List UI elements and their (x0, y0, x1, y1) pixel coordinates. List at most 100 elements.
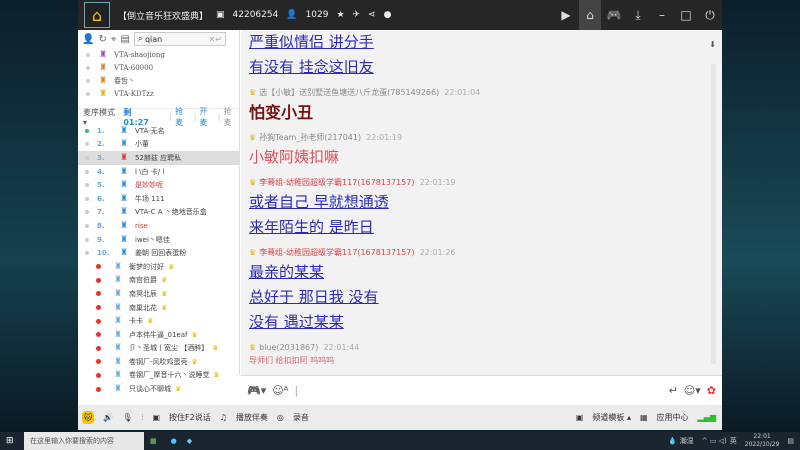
tray-icons[interactable]: ^ ▭ ◁) (702, 437, 727, 445)
sender-name[interactable]: 李蓦组-幼稚园超级学霸117(1678137157) (259, 248, 414, 257)
taskbar-search[interactable]: 在这里输入你要搜索的内容 (24, 432, 144, 450)
grab-mic-button[interactable]: 抢麦 (175, 106, 190, 128)
list-item[interactable]: ♜ VTA-KDTzz (78, 87, 239, 100)
open-mic-button[interactable]: 开麦 (199, 106, 214, 128)
list-item[interactable]: ♜ 南巢北花 ♛ (78, 301, 239, 315)
queue-item[interactable]: 8. ♜ rise (78, 219, 239, 233)
gamepad-icon[interactable]: 🎮 (603, 0, 625, 30)
microphone-icon[interactable]: 🎙 (122, 413, 132, 422)
status-dot (96, 332, 101, 338)
sender-name[interactable]: 孙狗Team_孙老师(217041) (259, 133, 361, 142)
mic-mode-bar: 麦序模式 ▾ 剩 01:27 | 抢麦 | 开麦 | 抢麦 (78, 107, 239, 127)
queue-item[interactable]: 10. ♜ 姜朝 回回表蛋粉 (78, 246, 239, 260)
list-item[interactable]: ♜ VTA-60000 (78, 61, 239, 74)
role-icon: ♜ (113, 343, 123, 354)
message-time: 22:01:44 (323, 343, 360, 352)
start-icon[interactable]: ⊞ (6, 436, 14, 446)
status-dot (85, 142, 89, 147)
queue-item[interactable]: 6. ♜ 牛场 111 (78, 192, 239, 206)
crown-icon: ♛ (249, 178, 257, 187)
mode-dropdown[interactable]: 麦序模式 ▾ (83, 107, 120, 127)
template-button[interactable]: 频道模板 ▴ (592, 412, 631, 423)
minimize-button[interactable]: – (651, 0, 673, 30)
role-icon: ♜ (119, 139, 129, 150)
taskbar: ⊞ 在这里输入你要搜索的内容 ▦ ● ◆ 💧 潮湿 ^ ▭ ◁) 英 22:01 20… (0, 432, 800, 450)
list-item[interactable]: ♜ 卷钢厂-风吹鸡蛋壳 ♛ (78, 355, 239, 369)
push-to-talk-button[interactable]: 按住F2说话 (169, 412, 211, 423)
record-button[interactable]: 录音 (293, 412, 309, 423)
mic-timer: 剩 01:27 (123, 107, 149, 127)
crown-icon: ♛ (249, 88, 257, 97)
search-input[interactable]: ⌕ qian ✕↵ (133, 32, 226, 46)
app-thumbnail-icon[interactable]: ▦ (150, 437, 157, 445)
template-icon: ▣ (575, 413, 584, 422)
app-icon[interactable]: ● (171, 437, 177, 445)
queue-user-name: VTA-C A 丶绝地音乐盒 (135, 208, 207, 217)
queue-item[interactable]: 7. ♜ VTA-C A 丶绝地音乐盒 (78, 206, 239, 220)
status-dot (85, 196, 89, 201)
queue-item[interactable]: 4. ♜ l \白 卡/ l (78, 165, 239, 179)
sender-name[interactable]: 李蓦组-幼稚园超级学霸117(1678137157) (259, 178, 414, 187)
maximize-button[interactable]: □ (675, 0, 697, 30)
user-tab-icon[interactable]: 👤 (82, 34, 94, 45)
role-icon: ♜ (113, 275, 123, 286)
collapse-icon[interactable]: ⤓ (627, 0, 649, 30)
queue-user-name: 是妙妙呢 (135, 181, 163, 190)
home-icon[interactable]: ⌂ (579, 0, 601, 30)
queue-user-name: 52赫兹 应聘私 (135, 153, 182, 162)
status-dot (96, 345, 101, 351)
status-dot (85, 237, 89, 242)
favorite-icon[interactable]: ★ (336, 10, 344, 20)
notification-icon[interactable]: ▤ (787, 437, 794, 445)
queue-item[interactable]: 3. ♜ 52赫兹 应聘私 (78, 151, 239, 165)
release-mic-button[interactable]: 抢麦 (224, 106, 239, 128)
queue-user-name: VTA-无名 (135, 126, 165, 135)
scroll-down-icon[interactable]: ⬇ (709, 40, 716, 49)
chat-scrollbar[interactable] (711, 64, 716, 364)
send-icon[interactable]: ↵ (669, 384, 678, 397)
user-name: 南宫伯爵 (129, 276, 157, 285)
sender-name[interactable]: 选【小敏】送别墅送鱼塘送八斤龙蛋(785149266) (259, 88, 439, 97)
list-tab-icon[interactable]: ▤ (120, 34, 129, 45)
list-item[interactable]: ♜ 卡卡 ♛ (78, 314, 239, 328)
shield-icon[interactable]: ● (384, 10, 392, 20)
app-logo-icon[interactable]: ⌂ (84, 2, 110, 28)
list-item[interactable]: ♜ 卷钢厂_摩音十六丶说睡觉 ♛ (78, 369, 239, 383)
list-item[interactable]: ♜ 春哲丶 (78, 74, 239, 87)
speaker-icon[interactable]: 🔊 (103, 413, 113, 422)
list-item[interactable]: ♜ 南冥北辰 ♛ (78, 287, 239, 301)
queue-item[interactable]: 2. ♜ 小董 (78, 138, 239, 152)
clear-icon[interactable]: ✕↵ (209, 35, 222, 44)
message-input[interactable]: 🎮▾ ☺ᴬ | ↵ ☺▾ ✿ (241, 375, 722, 405)
share-icon[interactable]: ⋖ (368, 10, 376, 20)
mixer-icon[interactable]: ⫶ (141, 413, 143, 423)
input-language[interactable]: 英 (730, 436, 737, 446)
sender-name[interactable]: blue(2031867) (259, 343, 318, 352)
role-icon: ♜ (113, 302, 123, 313)
status-dot (96, 386, 101, 392)
list-item[interactable]: ♜ 卢本伟牛逼_01eaf ♛ (78, 328, 239, 342)
plane-icon[interactable]: ✈ (353, 10, 361, 20)
refresh-tab-icon[interactable]: ↻ (98, 34, 106, 45)
accompany-button[interactable]: 播放伴奏 (236, 412, 268, 423)
video-icon[interactable]: ▶ (555, 0, 577, 30)
power-button[interactable]: ⏻ (699, 0, 721, 30)
game-icon[interactable]: 🎮▾ (247, 384, 266, 397)
flower-icon[interactable]: ✿ (707, 384, 716, 397)
list-item[interactable]: ♜ 南宫伯爵 ♛ (78, 274, 239, 288)
steam-icon[interactable]: ◆ (187, 437, 192, 445)
emoji-icon[interactable]: ☺▾ (684, 384, 701, 397)
queue-item[interactable]: 5. ♜ 是妙妙呢 (78, 178, 239, 192)
list-item[interactable]: ♜ 卩丶圣城丨宽尘 【酒醉】 ♛ (78, 342, 239, 356)
location-tab-icon[interactable]: ⌖ (111, 34, 117, 45)
queue-item[interactable]: 1. ♜ VTA-无名 (78, 124, 239, 138)
queue-item[interactable]: 9. ♜ iwei丶嗯佳 (78, 233, 239, 247)
list-item[interactable]: ♜ VTA-shaojiong (78, 48, 239, 61)
translate-icon[interactable]: ☺ᴬ (272, 384, 288, 397)
list-item[interactable]: ♜ 衡梦的讨好 ♛ (78, 260, 239, 274)
crown-icon: ♛ (161, 289, 168, 298)
status-dot (85, 183, 89, 188)
app-center-button[interactable]: 应用中心 (657, 412, 689, 423)
avatar[interactable]: 🐱 (82, 411, 95, 424)
list-item[interactable]: ♜ 只谈心不聊城 ♛ (78, 382, 239, 396)
